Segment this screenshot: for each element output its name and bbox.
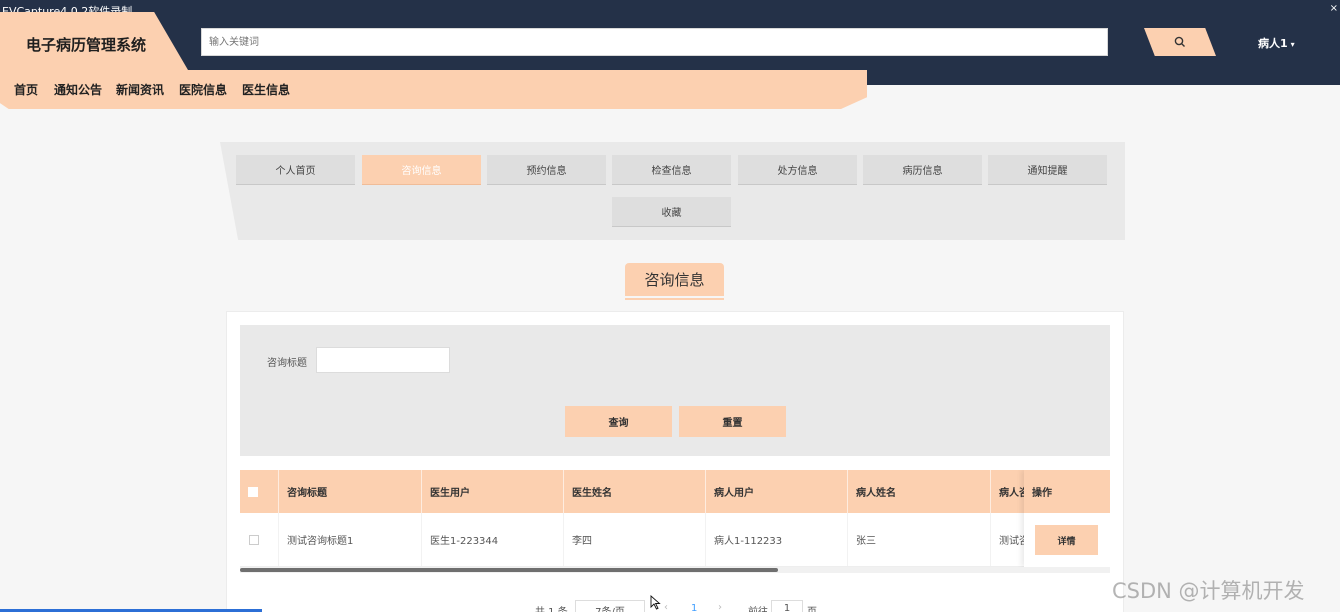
table-cell: 张三	[848, 513, 991, 566]
table-cell: 测试咨询标题1	[279, 513, 422, 566]
tab-favorites[interactable]: 收藏	[612, 197, 731, 227]
row-checkbox[interactable]	[249, 534, 259, 545]
user-name: 病人1	[1258, 37, 1288, 50]
table-cell: 李四	[564, 513, 706, 566]
tab-medical-record[interactable]: 病历信息	[863, 155, 982, 185]
reset-button[interactable]: 重置	[679, 406, 786, 437]
header-cell[interactable]: 病人用户	[706, 470, 848, 513]
nav-item-news[interactable]: 新闻资讯	[116, 81, 164, 98]
search-button[interactable]	[1144, 28, 1216, 56]
goto-page-input[interactable]: 1	[771, 600, 803, 612]
select-all-checkbox[interactable]	[248, 486, 258, 497]
header-cell[interactable]: 病人姓名	[848, 470, 991, 513]
table-row: 测试咨询标题1 医生1-223344 李四 病人1-112233 张三 测试咨询…	[240, 513, 1110, 567]
header-cell[interactable]: 医生用户	[422, 470, 564, 513]
prev-page-button[interactable]: ‹	[664, 602, 668, 612]
header-cell[interactable]: 咨询标题	[279, 470, 422, 513]
close-icon[interactable]: ×	[1330, 3, 1338, 14]
tab-personal-home[interactable]: 个人首页	[236, 155, 355, 185]
row-cell-select	[240, 513, 279, 566]
nav-item-doctors[interactable]: 医生信息	[242, 81, 290, 98]
app-title: 电子病历管理系统	[26, 36, 147, 54]
search-icon	[1174, 36, 1185, 47]
pagination-total: 共 1 条	[535, 603, 568, 612]
page-size-value: 7条/页	[595, 603, 625, 612]
nav-item-announcements[interactable]: 通知公告	[54, 81, 102, 98]
operation-header: 操作	[1024, 470, 1110, 513]
page-number-current[interactable]: 1	[691, 603, 697, 612]
fixed-operation-column: 操作 详情	[1024, 470, 1110, 567]
goto-page-value: 1	[783, 603, 791, 612]
tab-notifications[interactable]: 通知提醒	[988, 155, 1107, 185]
consultation-title-input[interactable]	[316, 347, 450, 373]
table-cell: 病人1-112233	[706, 513, 848, 566]
nav-item-home[interactable]: 首页	[14, 81, 38, 98]
header-cell-select	[240, 470, 279, 513]
next-page-button[interactable]: ›	[718, 602, 722, 612]
table-scrollbar-thumb[interactable]	[240, 568, 778, 572]
consultation-table: 咨询标题 医生用户 医生姓名 病人用户 病人姓名 病人咨询 测试咨询标题1 医生…	[240, 470, 1110, 567]
section-underline	[625, 298, 724, 300]
page-size-select[interactable]: 7条/页	[575, 600, 645, 612]
detail-button[interactable]: 详情	[1035, 525, 1098, 555]
header-cell[interactable]: 医生姓名	[564, 470, 706, 513]
tab-prescription[interactable]: 处方信息	[738, 155, 857, 185]
chevron-down-icon: ▾	[1290, 40, 1295, 49]
filter-label: 咨询标题	[267, 358, 307, 369]
goto-suffix: 页	[807, 603, 817, 612]
tab-appointment[interactable]: 预约信息	[487, 155, 606, 185]
section-title: 咨询信息	[625, 263, 724, 296]
tab-examination[interactable]: 检查信息	[612, 155, 731, 185]
nav-item-hospital[interactable]: 医院信息	[179, 81, 227, 98]
table-header: 咨询标题 医生用户 医生姓名 病人用户 病人姓名 病人咨询	[240, 470, 1110, 513]
filter-panel	[240, 325, 1110, 456]
search-input[interactable]	[201, 28, 1108, 56]
tab-consultation[interactable]: 咨询信息	[362, 155, 481, 185]
mouse-cursor-icon	[650, 595, 661, 610]
goto-label: 前往	[748, 603, 768, 612]
watermark: CSDN @计算机开发	[1112, 579, 1305, 603]
query-button[interactable]: 查询	[565, 406, 672, 437]
table-cell: 医生1-223344	[422, 513, 564, 566]
user-menu[interactable]: 病人1 ▾	[1258, 35, 1295, 51]
